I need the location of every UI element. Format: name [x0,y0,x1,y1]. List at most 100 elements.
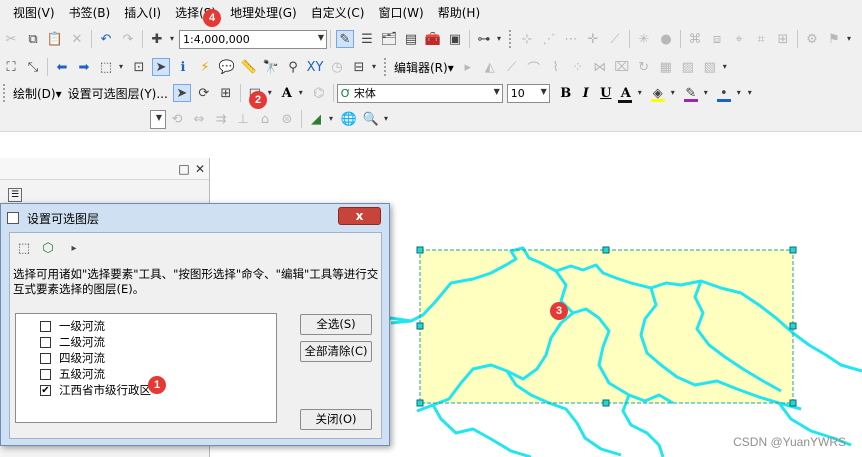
find-route-icon[interactable]: ⚲ [284,58,302,76]
list-item[interactable]: 二级河流 [40,334,276,350]
font-name-combo[interactable]: Ơ 宋体 ▼ [336,83,503,103]
close-button[interactable]: 关闭(O) [300,409,372,430]
toolbar-overflow-icon[interactable]: ▾ [497,33,504,45]
layer-checkbox[interactable] [40,368,51,380]
line-color-icon[interactable]: ✎ [682,84,700,102]
time-slider-icon[interactable]: ◷ [328,58,346,76]
select-by-layer-icon[interactable]: ⬚ [15,239,33,257]
zoom-out-fixed-icon[interactable]: ⤡ [24,58,42,76]
catalog-icon[interactable]: 🗂 [380,30,398,48]
selection-handle[interactable] [789,399,797,407]
edit-tool-icon[interactable]: ⊹ [518,30,536,48]
globe-gray-icon[interactable]: ● [657,30,675,48]
cut-icon[interactable]: ✂ [2,30,20,48]
menu-bookmarks[interactable]: 书签(B) [62,0,118,26]
forward-icon[interactable]: ➡ [75,58,93,76]
rotate-gray-icon[interactable]: ⟲ [168,110,186,128]
go-to-xy-icon[interactable]: XY [306,58,324,76]
html-popup-icon[interactable]: 💬 [218,58,236,76]
full-extent-icon[interactable]: ⛶ [2,58,20,76]
network-flag-icon[interactable]: ⚑ [825,30,843,48]
restore-icon[interactable]: □ [176,161,192,177]
edit-vertices-icon[interactable]: ◭ [481,58,499,76]
rotate-icon[interactable]: ↻ [635,58,653,76]
identify-icon[interactable]: ℹ [174,58,192,76]
vertex-icon[interactable]: ⋰ [540,30,558,48]
globe-icon[interactable]: 🌐 [340,110,358,128]
back-icon[interactable]: ⬅ [53,58,71,76]
toolbar-overflow-icon[interactable]: ▾ [748,87,755,99]
attributes-icon[interactable]: ▦ [657,58,675,76]
text-tool-icon[interactable]: A [277,83,297,103]
layer-checkbox[interactable] [40,336,51,348]
list-item[interactable]: 四级河流 [40,350,276,366]
editor-menu[interactable]: 编辑器(R)▾ [391,59,457,76]
toolbar-grip[interactable] [509,30,513,48]
arctoolbox-icon[interactable]: 🧰 [424,30,442,48]
rectangle-dropdown-icon[interactable]: ▾ [268,87,275,99]
select-elements-icon[interactable]: ➤ [152,58,170,76]
list-item[interactable]: 一级河流 [40,318,276,334]
search-window-icon[interactable]: ▤ [402,30,420,48]
add-data-icon[interactable]: ✚ [148,30,166,48]
menu-windows[interactable]: 窗口(W) [372,0,431,26]
straight-segment-icon[interactable]: ⟋ [503,58,521,76]
snap-icon[interactable]: ✛ [584,30,602,48]
toolbar-grip[interactable] [384,58,388,76]
menu-help[interactable]: 帮助(H) [431,0,487,26]
menu-geoprocessing[interactable]: 地理处理(G) [223,0,304,26]
end-point-arc-icon[interactable]: ⌒ [525,58,543,77]
selection-handle[interactable] [602,399,610,407]
copy-icon[interactable]: ⧉ [24,30,42,48]
zoom-whole-page-icon[interactable]: ⊞ [217,84,235,102]
reshape-icon[interactable]: ⋯ [562,30,580,48]
edit-vertices-draw-icon[interactable]: ⌬ [310,84,328,102]
link-gray-icon[interactable]: ⇉ [212,110,230,128]
select-features-icon[interactable]: ⬚ [97,58,115,76]
toolbar-overflow-icon[interactable]: ▾ [384,113,391,125]
profile-graph-icon[interactable]: ◢ [307,110,325,128]
paste-icon[interactable]: 📋 [46,30,64,48]
arcscene-icon[interactable]: 🔍 [362,110,380,128]
model-builder-icon[interactable]: ⊶ [475,30,493,48]
text-dropdown-icon[interactable]: ▾ [299,87,306,99]
layer-checkbox[interactable] [40,320,51,332]
font-size-combo[interactable]: 10 ▼ [506,83,550,103]
topology-icon[interactable]: ⌘ [686,30,704,48]
clear-all-button[interactable]: 全部清除(C) [300,341,372,362]
select-dropdown-icon[interactable]: ▾ [119,61,126,73]
trace-tool-icon[interactable]: ⌇ [547,58,565,76]
selection-handle[interactable] [416,246,424,254]
toolbar-overflow-icon[interactable]: ▾ [723,61,730,73]
edit-pointer-icon[interactable]: ▸ [459,58,477,76]
layer-checkbox-checked[interactable]: ✔ [40,384,51,396]
shift-gray-icon[interactable]: ⇔ [190,110,208,128]
measure-icon[interactable]: 📏 [240,58,258,76]
validate-icon[interactable]: ⧈ [708,30,726,48]
font-color-dropdown-icon[interactable]: ▾ [638,87,645,99]
selection-handle[interactable] [602,246,610,254]
python-window-icon[interactable]: ▣ [446,30,464,48]
toolbar-overflow-icon[interactable]: ▾ [372,61,379,73]
menu-insert[interactable]: 插入(I) [117,0,168,26]
shared-edge-icon[interactable]: ⌗ [752,30,770,48]
split-tool-icon[interactable]: ⋈ [591,58,609,76]
list-by-drawing-order-icon[interactable]: ☰ [8,188,22,202]
select-all-button[interactable]: 全选(S) [300,314,372,335]
rotate-element-icon[interactable]: ⟳ [195,84,213,102]
create-viewer-icon[interactable]: ⊟ [350,58,368,76]
marker-color-dropdown-icon[interactable]: ▾ [737,87,744,99]
selection-handle[interactable] [416,399,424,407]
italic-button[interactable]: I [576,83,596,103]
delete-icon[interactable]: ✕ [68,30,86,48]
point-icon[interactable]: ⁘ [569,58,587,76]
profile-dropdown-icon[interactable]: ▾ [329,113,336,125]
undo-icon[interactable]: ↶ [97,30,115,48]
menu-customize[interactable]: 自定义(C) [304,0,372,26]
font-color-icon[interactable]: A [616,83,636,103]
error-inspector-icon[interactable]: ⊞ [774,30,792,48]
selection-handle[interactable] [416,322,424,330]
trace-icon[interactable]: ⟋ [606,30,624,48]
update-gray-icon[interactable]: ⊜ [278,110,296,128]
line-color-dropdown-icon[interactable]: ▾ [704,87,711,99]
